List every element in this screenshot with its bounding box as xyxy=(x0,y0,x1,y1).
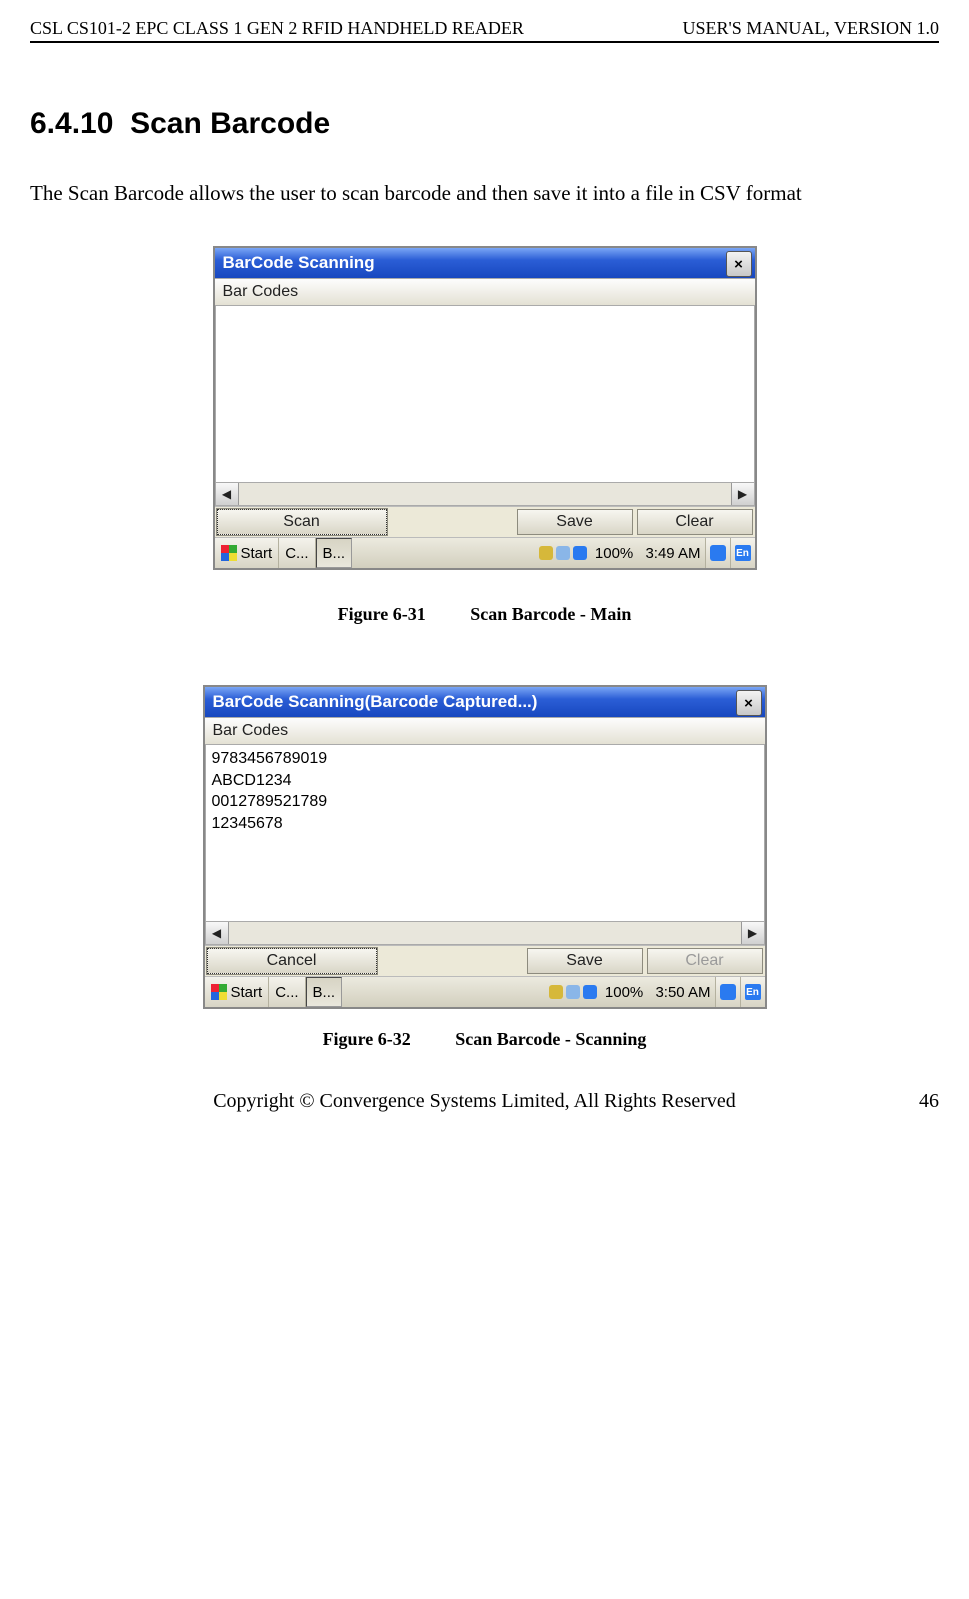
system-tray: 100% 3:50 AM xyxy=(342,977,714,1007)
footer-text: Copyright © Convergence Systems Limited,… xyxy=(30,1090,919,1113)
start-label: Start xyxy=(241,545,273,562)
caption-number: Figure 6-32 xyxy=(323,1029,411,1050)
screenshot-scanning: BarCode Scanning(Barcode Captured...) × … xyxy=(203,685,767,1009)
ime-icon[interactable]: En xyxy=(740,977,765,1007)
desktop-icon[interactable] xyxy=(715,977,740,1007)
network-icon[interactable] xyxy=(556,546,570,560)
clock-text: 3:49 AM xyxy=(645,545,700,562)
caption-title: Scan Barcode - Scanning xyxy=(455,1029,646,1049)
clear-button: Clear xyxy=(647,948,763,974)
scroll-left-icon[interactable]: ◀ xyxy=(216,483,239,505)
taskbar-right: En xyxy=(705,538,755,568)
barcode-list[interactable] xyxy=(215,306,755,483)
save-button[interactable]: Save xyxy=(527,948,643,974)
taskbar: Start C... B... 100% 3:50 AM En xyxy=(205,976,765,1007)
cancel-button[interactable]: Cancel xyxy=(207,948,377,974)
caption-title: Scan Barcode - Main xyxy=(470,604,631,624)
network-icon[interactable] xyxy=(566,985,580,999)
battery-icon[interactable] xyxy=(583,985,597,999)
section-heading: 6.4.10 Scan Barcode xyxy=(30,107,939,141)
system-tray: 100% 3:49 AM xyxy=(352,538,704,568)
list-item[interactable]: 12345678 xyxy=(212,813,758,835)
close-icon[interactable]: × xyxy=(726,251,752,277)
taskbar: Start C... B... 100% 3:49 AM En xyxy=(215,537,755,568)
taskbar-task[interactable]: C... xyxy=(279,538,315,568)
save-button[interactable]: Save xyxy=(517,509,633,535)
header-right: USER'S MANUAL, VERSION 1.0 xyxy=(683,18,939,39)
column-header[interactable]: Bar Codes xyxy=(205,717,765,745)
window-titlebar: BarCode Scanning(Barcode Captured...) × xyxy=(205,687,765,717)
button-row: Cancel Save Clear xyxy=(205,945,765,976)
spacer xyxy=(379,946,525,976)
close-icon[interactable]: × xyxy=(736,690,762,716)
header-left: CSL CS101-2 EPC CLASS 1 GEN 2 RFID HANDH… xyxy=(30,18,524,39)
window-titlebar: BarCode Scanning × xyxy=(215,248,755,278)
scroll-track[interactable] xyxy=(229,922,741,944)
ime-icon[interactable]: En xyxy=(730,538,755,568)
scan-button[interactable]: Scan xyxy=(217,509,387,535)
taskbar-task[interactable]: C... xyxy=(269,977,305,1007)
tray-icons xyxy=(539,546,591,560)
battery-text: 100% xyxy=(605,984,643,1001)
list-item[interactable]: ABCD1234 xyxy=(212,770,758,792)
list-item[interactable]: 0012789521789 xyxy=(212,791,758,813)
start-button[interactable]: Start xyxy=(215,538,280,568)
button-row: Scan Save Clear xyxy=(215,506,755,537)
intro-paragraph: The Scan Barcode allows the user to scan… xyxy=(30,181,939,206)
window-title: BarCode Scanning xyxy=(223,253,375,273)
figure-caption: Figure 6-31 Scan Barcode - Main xyxy=(30,604,939,625)
section-number: 6.4.10 xyxy=(30,107,113,140)
taskbar-task[interactable]: B... xyxy=(306,977,343,1007)
battery-text: 100% xyxy=(595,545,633,562)
key-icon[interactable] xyxy=(539,546,553,560)
taskbar-task[interactable]: B... xyxy=(316,538,353,568)
battery-icon[interactable] xyxy=(573,546,587,560)
figure-caption: Figure 6-32 Scan Barcode - Scanning xyxy=(30,1029,939,1050)
page-footer: Copyright © Convergence Systems Limited,… xyxy=(30,1090,939,1113)
column-header[interactable]: Bar Codes xyxy=(215,278,755,306)
section-title: Scan Barcode xyxy=(130,107,330,140)
page-number: 46 xyxy=(919,1090,939,1113)
caption-number: Figure 6-31 xyxy=(338,604,426,625)
horizontal-scrollbar[interactable]: ◀ ▶ xyxy=(215,483,755,506)
tray-icons xyxy=(549,985,601,999)
windows-logo-icon xyxy=(211,984,227,1000)
start-button[interactable]: Start xyxy=(205,977,270,1007)
running-header: CSL CS101-2 EPC CLASS 1 GEN 2 RFID HANDH… xyxy=(30,18,939,43)
figure-1: BarCode Scanning × Bar Codes ◀ ▶ Scan Sa… xyxy=(30,246,939,570)
scroll-left-icon[interactable]: ◀ xyxy=(206,922,229,944)
start-label: Start xyxy=(231,984,263,1001)
barcode-list[interactable]: 9783456789019ABCD12340012789521789123456… xyxy=(205,745,765,922)
horizontal-scrollbar[interactable]: ◀ ▶ xyxy=(205,922,765,945)
spacer xyxy=(389,507,515,537)
document-page: CSL CS101-2 EPC CLASS 1 GEN 2 RFID HANDH… xyxy=(0,0,969,1143)
scroll-track[interactable] xyxy=(239,483,731,505)
list-item[interactable]: 9783456789019 xyxy=(212,748,758,770)
desktop-icon[interactable] xyxy=(705,538,730,568)
clock-text: 3:50 AM xyxy=(655,984,710,1001)
windows-logo-icon xyxy=(221,545,237,561)
screenshot-main: BarCode Scanning × Bar Codes ◀ ▶ Scan Sa… xyxy=(213,246,757,570)
window-title: BarCode Scanning(Barcode Captured...) xyxy=(213,692,538,712)
scroll-right-icon[interactable]: ▶ xyxy=(741,922,764,944)
figure-2: BarCode Scanning(Barcode Captured...) × … xyxy=(30,685,939,1009)
clear-button[interactable]: Clear xyxy=(637,509,753,535)
scroll-right-icon[interactable]: ▶ xyxy=(731,483,754,505)
key-icon[interactable] xyxy=(549,985,563,999)
taskbar-right: En xyxy=(715,977,765,1007)
